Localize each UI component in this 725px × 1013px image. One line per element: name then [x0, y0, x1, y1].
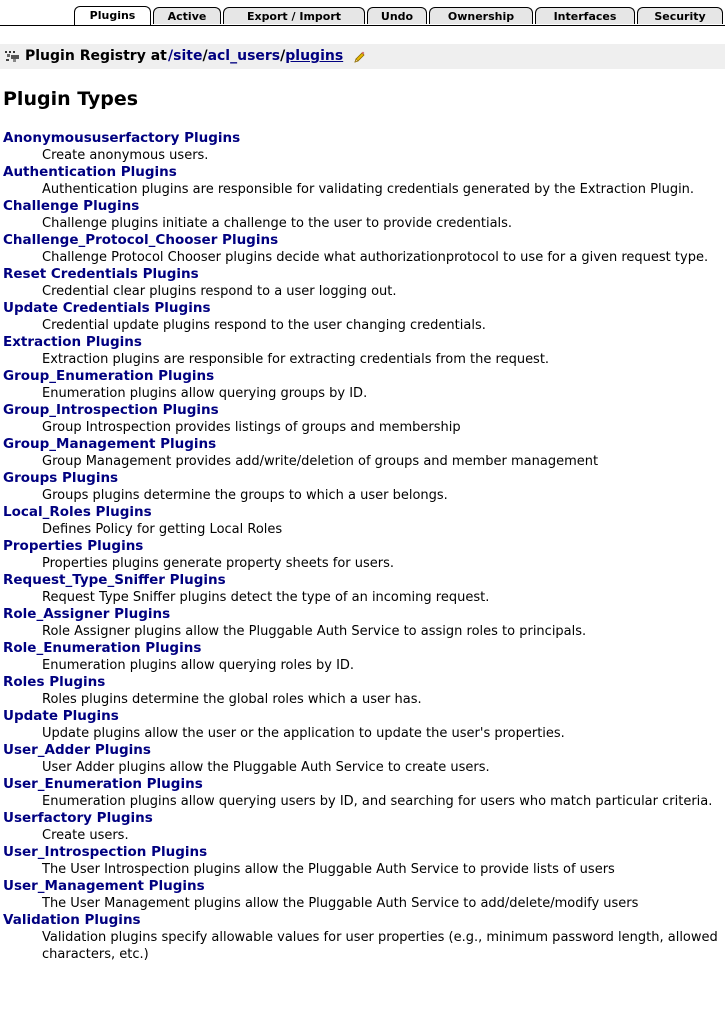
plugin-type-description: Extraction plugins are responsible for e…: [42, 352, 550, 367]
plugin-type-item: Group_Enumeration Plugins: [3, 368, 718, 385]
plugin-type-description: Validation plugins specify allowable val…: [42, 930, 718, 962]
plugin-type-link[interactable]: Update Credentials Plugins: [3, 300, 210, 316]
plugin-type-link[interactable]: Reset Credentials Plugins: [3, 266, 199, 282]
plugin-type-item: Role_Assigner Plugins: [3, 606, 718, 623]
plugin-type-description: Challenge plugins initiate a challenge t…: [42, 216, 513, 231]
plugin-type-item: Challenge_Protocol_Chooser Plugins: [3, 232, 718, 249]
breadcrumb-site[interactable]: /site: [168, 48, 202, 64]
tab-interfaces[interactable]: Interfaces: [535, 7, 635, 24]
plugin-types-list: Anonymoususerfactory Plugins Create anony…: [3, 130, 718, 963]
plugin-type-link[interactable]: Group_Management Plugins: [3, 436, 216, 452]
plugin-type-link[interactable]: Group_Introspection Plugins: [3, 402, 219, 418]
tab-security[interactable]: Security: [637, 7, 723, 24]
plugin-type-link[interactable]: Extraction Plugins: [3, 334, 142, 350]
plugin-type-link[interactable]: Anonymoususerfactory Plugins: [3, 130, 240, 146]
plugin-type-item: Groups Plugins: [3, 470, 718, 487]
location-title: Plugin Registry at: [25, 48, 167, 64]
tab-active[interactable]: Active: [153, 7, 221, 24]
plugin-type-description: Update plugins allow the user or the app…: [42, 726, 565, 741]
breadcrumb-acl-users[interactable]: acl_users: [208, 48, 281, 64]
plugin-type-item: Anonymoususerfactory Plugins: [3, 130, 718, 147]
plugin-type-description: The User Introspection plugins allow the…: [42, 862, 615, 877]
tab-undo[interactable]: Undo: [367, 7, 427, 24]
plugin-type-item: Validation Plugins: [3, 912, 718, 929]
plugin-type-item: Update Plugins: [3, 708, 718, 725]
plugin-type-description: Challenge Protocol Chooser plugins decid…: [42, 250, 709, 265]
plugin-type-link[interactable]: Validation Plugins: [3, 912, 141, 928]
plugin-type-description: Groups plugins determine the groups to w…: [42, 488, 448, 503]
plugin-type-link[interactable]: Request_Type_Sniffer Plugins: [3, 572, 226, 588]
plugin-type-link[interactable]: Update Plugins: [3, 708, 119, 724]
breadcrumb: /site/acl_users/plugins: [168, 44, 366, 69]
tab-export-import[interactable]: Export / Import: [223, 7, 365, 24]
plugin-type-link[interactable]: Group_Enumeration Plugins: [3, 368, 214, 384]
tab-bar: Plugins Active Export / Import Undo Owne…: [0, 0, 725, 26]
plugin-type-item: User_Management Plugins: [3, 878, 718, 895]
plugin-type-description: Credential update plugins respond to the…: [42, 318, 486, 333]
plugin-type-link[interactable]: Role_Enumeration Plugins: [3, 640, 201, 656]
plugin-type-description: Authentication plugins are responsible f…: [42, 182, 695, 197]
plugin-type-item: Update Credentials Plugins: [3, 300, 718, 317]
plugin-type-description: Enumeration plugins allow querying users…: [42, 794, 713, 809]
plugin-type-item: Userfactory Plugins: [3, 810, 718, 827]
plugin-type-description: Role Assigner plugins allow the Pluggabl…: [42, 624, 587, 639]
plugin-type-link[interactable]: Roles Plugins: [3, 674, 105, 690]
plugin-type-item: Request_Type_Sniffer Plugins: [3, 572, 718, 589]
plugin-type-description: Credential clear plugins respond to a us…: [42, 284, 397, 299]
plugin-type-link[interactable]: Challenge Plugins: [3, 198, 139, 214]
plugin-type-item: User_Enumeration Plugins: [3, 776, 718, 793]
plugin-type-item: Group_Management Plugins: [3, 436, 718, 453]
plugin-type-link[interactable]: Challenge_Protocol_Chooser Plugins: [3, 232, 278, 248]
plugin-type-link[interactable]: Groups Plugins: [3, 470, 118, 486]
plugin-type-item: Roles Plugins: [3, 674, 718, 691]
breadcrumb-plugins[interactable]: plugins: [285, 48, 343, 64]
plugin-type-description: The User Management plugins allow the Pl…: [42, 896, 639, 911]
plugin-type-item: Extraction Plugins: [3, 334, 718, 351]
plugin-type-link[interactable]: User_Adder Plugins: [3, 742, 151, 758]
plugin-type-item: Authentication Plugins: [3, 164, 718, 181]
plugin-type-item: Challenge Plugins: [3, 198, 718, 215]
location-bar: Plugin Registry at /site/acl_users/plugi…: [0, 44, 725, 69]
plugin-type-item: Group_Introspection Plugins: [3, 402, 718, 419]
plugin-type-description: Roles plugins determine the global roles…: [42, 692, 422, 707]
plugin-type-description: User Adder plugins allow the Pluggable A…: [42, 760, 490, 775]
plugin-type-description: Defines Policy for getting Local Roles: [42, 522, 283, 537]
plugin-type-link[interactable]: Authentication Plugins: [3, 164, 177, 180]
plugin-type-link[interactable]: Local_Roles Plugins: [3, 504, 152, 520]
pencil-icon[interactable]: [352, 48, 366, 63]
plugin-type-description: Group Management provides add/write/dele…: [42, 454, 599, 469]
plugin-type-description: Create users.: [42, 828, 129, 843]
plugin-type-link[interactable]: User_Enumeration Plugins: [3, 776, 203, 792]
plugin-type-description: Properties plugins generate property she…: [42, 556, 395, 571]
plugin-type-item: Reset Credentials Plugins: [3, 266, 718, 283]
plugin-type-description: Enumeration plugins allow querying roles…: [42, 658, 355, 673]
page-title: Plugin Types: [3, 88, 139, 110]
plugin-type-item: User_Adder Plugins: [3, 742, 718, 759]
plugin-type-link[interactable]: Properties Plugins: [3, 538, 143, 554]
plugin-type-item: Properties Plugins: [3, 538, 718, 555]
plugin-type-description: Create anonymous users.: [42, 148, 209, 163]
tab-ownership[interactable]: Ownership: [429, 7, 533, 24]
plugin-type-description: Enumeration plugins allow querying group…: [42, 386, 368, 401]
plugin-type-link[interactable]: User_Introspection Plugins: [3, 844, 207, 860]
plugin-type-description: Request Type Sniffer plugins detect the …: [42, 590, 490, 605]
plugin-type-description: Group Introspection provides listings of…: [42, 420, 461, 435]
plugin-type-item: User_Introspection Plugins: [3, 844, 718, 861]
plugin-type-link[interactable]: Role_Assigner Plugins: [3, 606, 170, 622]
tab-plugins[interactable]: Plugins: [74, 6, 151, 25]
plugin-registry-icon: [4, 48, 22, 62]
plugin-type-item: Local_Roles Plugins: [3, 504, 718, 521]
plugin-type-link[interactable]: Userfactory Plugins: [3, 810, 153, 826]
plugin-type-link[interactable]: User_Management Plugins: [3, 878, 205, 894]
plugin-type-item: Role_Enumeration Plugins: [3, 640, 718, 657]
